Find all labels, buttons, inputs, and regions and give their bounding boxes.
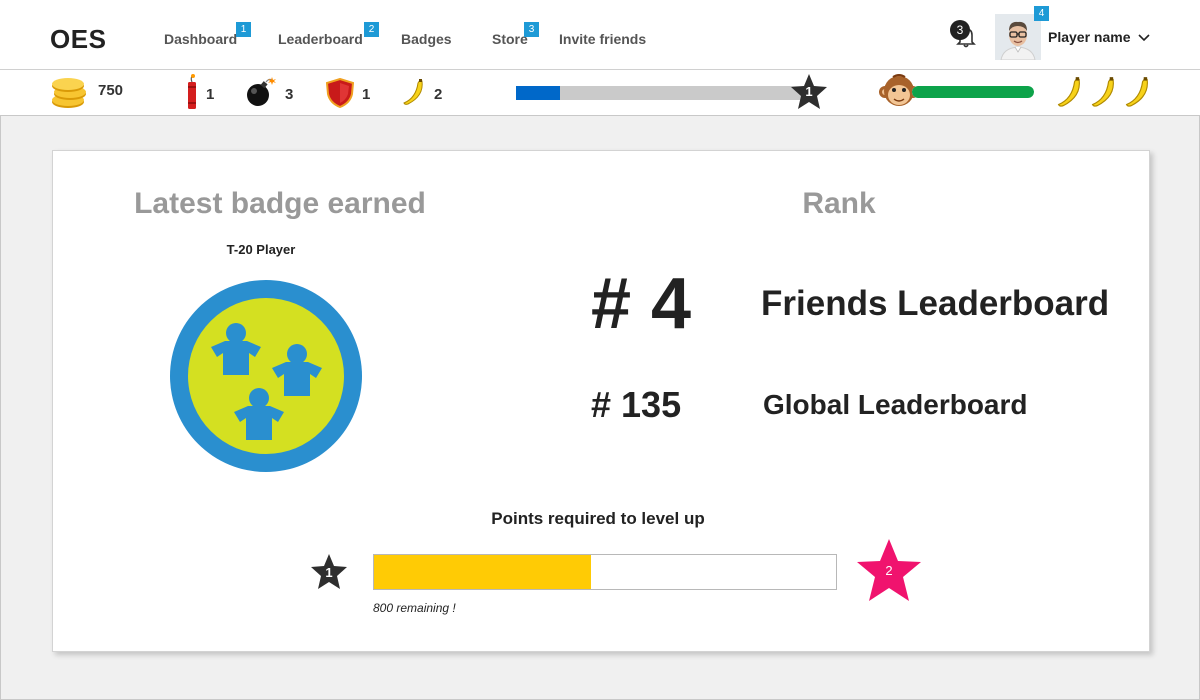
nav-invite-friends[interactable]: Invite friends [559,31,646,47]
nav-store-label: Store [492,31,528,47]
dynamite-count: 1 [206,86,215,103]
nav-leaderboard-label: Leaderboard [278,31,363,47]
notification-count: 3 [950,20,970,40]
chevron-down-icon[interactable] [1137,31,1151,45]
notifications-button[interactable]: 3 [950,20,980,50]
global-rank: # 135 [591,384,682,425]
current-level-star: 1 [309,552,349,592]
rank-heading: Rank [802,187,876,220]
shields-count: 1 [362,86,371,103]
dynamite-icon [188,74,196,109]
bomb-icon [247,77,276,106]
next-level-number: 2 [885,563,893,578]
avatar-badge: 4 [1034,6,1049,21]
points-required-title: Points required to level up [491,509,705,528]
points-remaining: 800 remaining ! [373,601,456,615]
nav-badges[interactable]: Badges [401,31,452,47]
latest-badge-heading: Latest badge earned [134,187,426,220]
badge-name: T-20 Player [226,242,296,257]
xp-progress-bar [516,86,806,100]
nav-invite-friends-label: Invite friends [559,31,647,47]
banana-lives [1056,76,1156,110]
top-nav-bar: OES Dashboard 1 Leaderboard 2 Badges Sto… [0,0,1200,70]
badge-people-icon[interactable] [169,279,363,473]
bombs-count: 3 [285,86,294,103]
nav-store-badge: 3 [524,22,539,37]
banana-icon [403,79,423,105]
app-logo[interactable]: OES [50,24,106,55]
monkey-health-fill [912,86,1034,98]
monkey-health-bar [912,86,1034,98]
bananas-count: 2 [434,86,443,103]
current-level-number: 1 [325,565,333,580]
nav-dashboard-badge: 1 [236,22,251,37]
banana-life-icon [1124,76,1152,113]
nav-leaderboard[interactable]: Leaderboard [278,31,363,47]
banana-life-icon [1090,76,1118,113]
level-number: 1 [805,84,813,99]
nav-dashboard[interactable]: Dashboard [164,31,237,47]
coins-count: 750 [98,82,124,99]
xp-progress-fill [516,86,560,100]
global-leaderboard-label[interactable]: Global Leaderboard [763,389,1028,421]
level-progress-bar [373,554,837,590]
shield-icon [326,78,354,108]
next-level-star: 2 [854,537,924,605]
level-star: 1 [789,72,829,112]
dashboard-card: Latest badge earned T-20 Player Rank # 4… [52,150,1150,652]
nav-dashboard-label: Dashboard [164,31,238,47]
nav-store[interactable]: Store [492,31,528,47]
banana-life-icon [1056,76,1084,113]
nav-badges-label: Badges [401,31,452,47]
player-name[interactable]: Player name [1048,29,1131,45]
stats-bar: 750 1 3 1 2 1 [0,70,1200,116]
friends-leaderboard-label[interactable]: Friends Leaderboard [761,284,1109,324]
level-progress-fill [374,555,592,589]
friends-rank: # 4 [591,264,692,344]
coins-icon [52,78,86,108]
nav-leaderboard-badge: 2 [364,22,379,37]
